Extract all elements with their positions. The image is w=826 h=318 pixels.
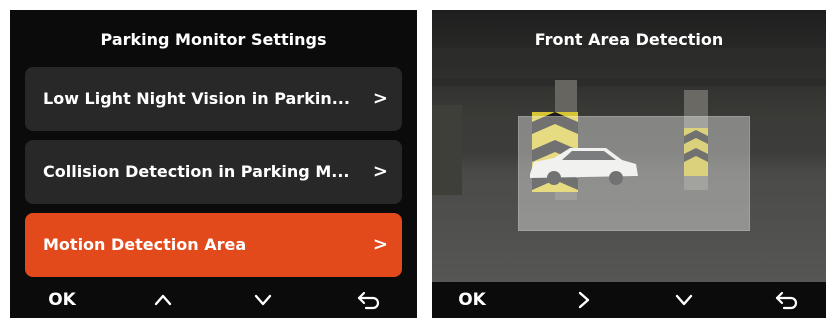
camera-feed-image xyxy=(432,10,826,282)
ok-button[interactable]: OK xyxy=(452,282,492,318)
menu-item-motion-detection-area[interactable]: Motion Detection Area > xyxy=(25,213,402,277)
ok-button[interactable]: OK xyxy=(42,282,82,318)
chevron-down-icon[interactable] xyxy=(674,282,698,318)
menu-item-label: Motion Detection Area xyxy=(43,235,247,254)
screen-title: Front Area Detection xyxy=(534,30,724,49)
bottom-control-bar: OK xyxy=(10,282,417,318)
pillar xyxy=(432,105,462,195)
back-arrow-icon[interactable] xyxy=(774,282,802,318)
menu-item-low-light-night-vision[interactable]: Low Light Night Vision in Parkin... > xyxy=(25,67,402,131)
ceiling-beam xyxy=(432,78,826,86)
chevron-right-icon[interactable] xyxy=(574,282,598,318)
garage-ceiling xyxy=(432,10,826,120)
front-area-detection-screen: Front Area Detection OK xyxy=(432,10,826,318)
chevron-right-icon: > xyxy=(372,161,388,182)
chevron-right-icon: > xyxy=(372,234,388,255)
chevron-right-icon: > xyxy=(372,88,388,109)
menu-item-collision-detection[interactable]: Collision Detection in Parking M... > xyxy=(25,140,402,204)
chevron-up-icon[interactable] xyxy=(153,282,177,318)
menu-item-label: Collision Detection in Parking M... xyxy=(43,162,350,181)
bottom-control-bar: OK xyxy=(432,282,826,318)
screen-title: Parking Monitor Settings xyxy=(100,30,327,49)
parking-monitor-settings-screen: Parking Monitor Settings Low Light Night… xyxy=(10,10,417,318)
chevron-down-icon[interactable] xyxy=(253,282,277,318)
ceiling-beam xyxy=(432,48,826,58)
detection-area-overlay[interactable] xyxy=(518,116,750,231)
menu-item-label: Low Light Night Vision in Parkin... xyxy=(43,89,350,108)
back-arrow-icon[interactable] xyxy=(356,282,384,318)
